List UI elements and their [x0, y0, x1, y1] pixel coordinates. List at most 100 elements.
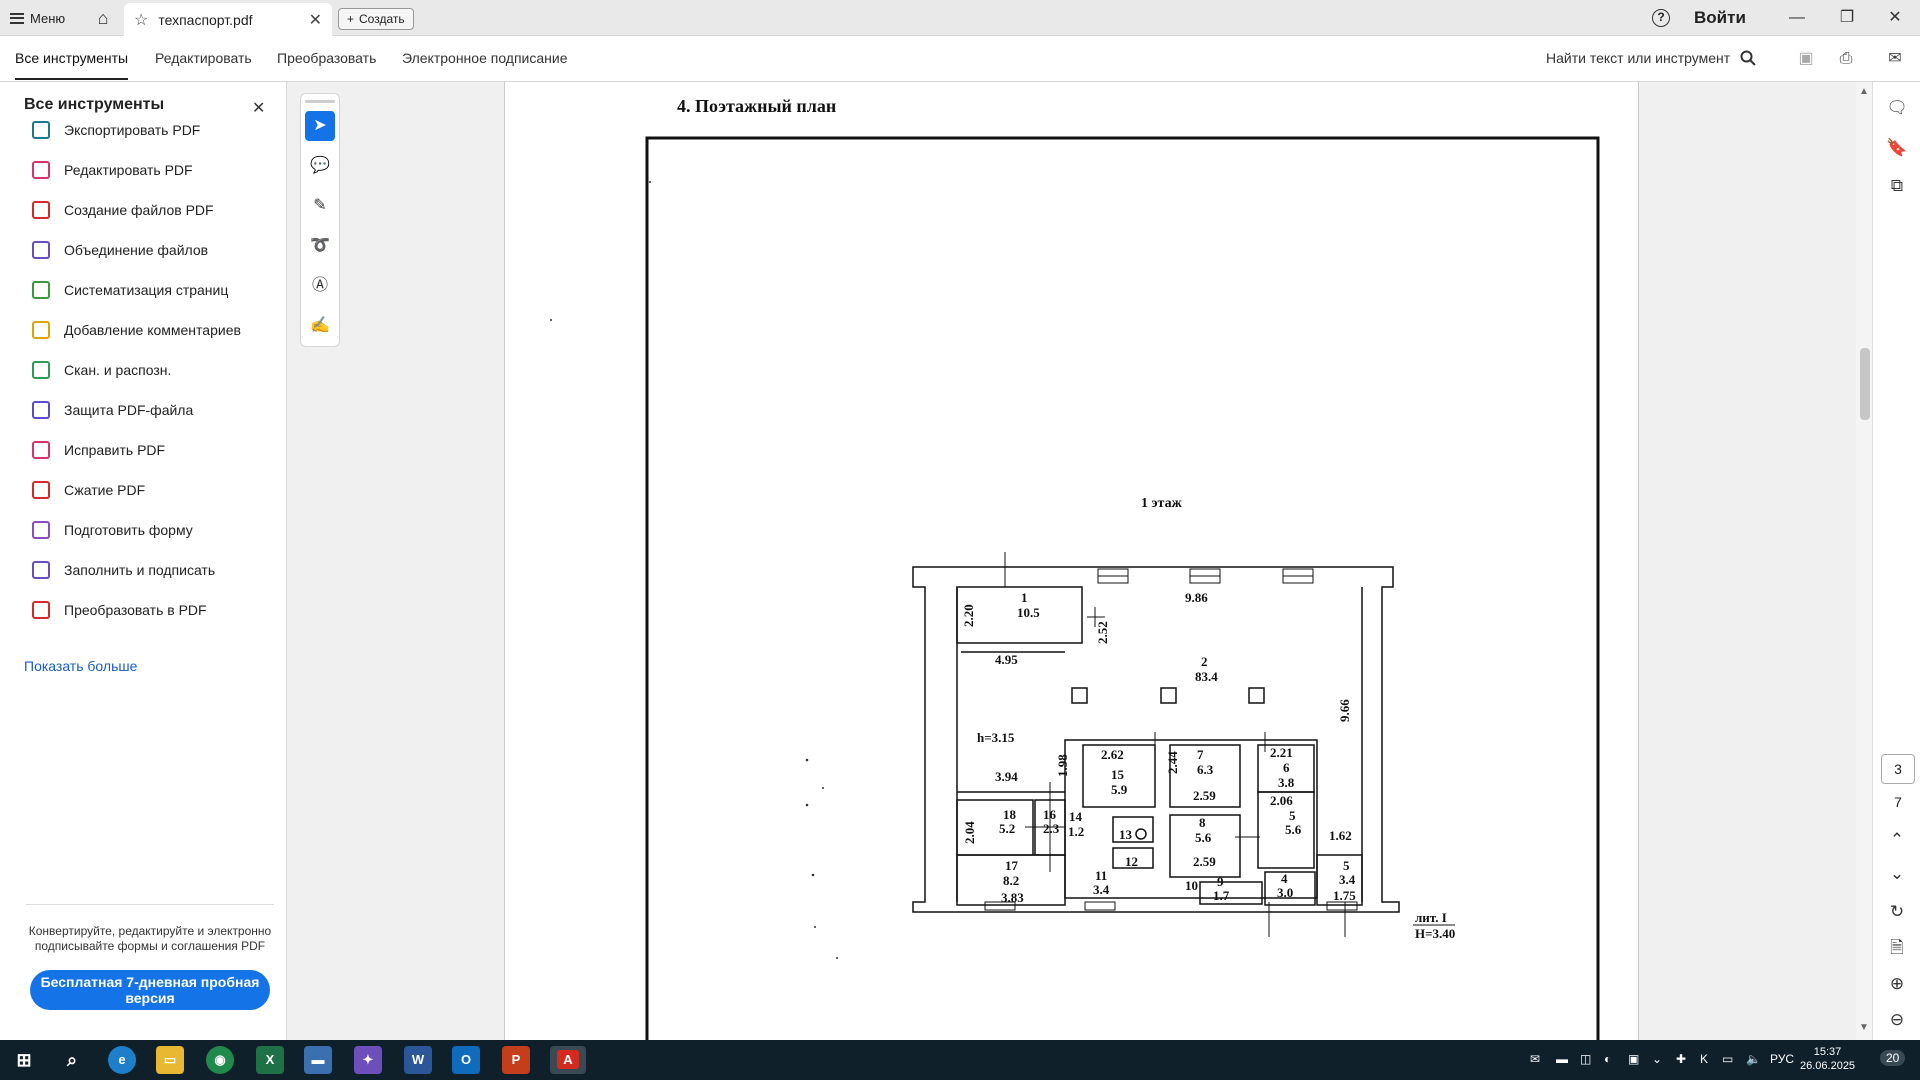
tray-app-icon[interactable]: ▬ — [1556, 1052, 1568, 1066]
previous-page-icon[interactable]: ⌃ — [1885, 828, 1909, 852]
volume-icon[interactable]: 🔈 — [1746, 1052, 1761, 1066]
file-explorer-icon[interactable]: ▭ — [156, 1046, 184, 1074]
add-comment-icon[interactable]: 💬 — [305, 151, 335, 181]
next-page-icon[interactable]: ⌄ — [1885, 862, 1909, 886]
tab-edit[interactable]: Редактировать — [155, 50, 252, 66]
draw-freehand-icon[interactable]: ➰ — [305, 231, 335, 261]
tray-shield-icon[interactable]: ✚ — [1676, 1052, 1686, 1066]
app-folder-icon[interactable]: ▬ — [304, 1046, 332, 1074]
minimize-icon[interactable]: — — [1782, 4, 1812, 32]
app-puzzle-icon[interactable]: ✦ — [354, 1046, 382, 1074]
free-trial-button[interactable]: Бесплатная 7-дневная пробная версия — [30, 970, 270, 1010]
plan-label: 1.62 — [1329, 828, 1352, 843]
edge-browser-icon[interactable]: e — [108, 1046, 136, 1074]
vertical-scrollbar[interactable]: ▲ ▼ — [1856, 82, 1872, 1040]
close-window-icon[interactable]: ✕ — [1880, 4, 1910, 32]
page-thumbnails-icon[interactable]: ⧉ — [1885, 174, 1909, 198]
document-tab[interactable]: ☆ техпаспорт.pdf ✕ — [124, 3, 332, 36]
plan-label: 2 — [1201, 654, 1208, 669]
search-taskbar-icon[interactable]: ⌕ — [58, 1046, 86, 1074]
app-green-icon[interactable]: ◉ — [206, 1046, 234, 1074]
tool-organize-pages[interactable]: Систематизация страниц — [32, 278, 228, 302]
tool-label: Редактировать PDF — [64, 162, 193, 178]
plan-label: 16 — [1043, 807, 1057, 822]
plan-label: 3.0 — [1277, 885, 1293, 900]
tool-create-pdf[interactable]: Создание файлов PDF — [32, 198, 214, 222]
close-tab-icon[interactable]: ✕ — [309, 10, 322, 30]
document-viewer[interactable]: 4. Поэтажный план 1 этаж 1 10.5 2.20 2.5… — [504, 82, 1856, 1040]
find-tool-search[interactable]: Найти текст или инструмент — [1546, 50, 1756, 66]
drag-handle[interactable] — [305, 100, 335, 103]
edit-pdf-icon — [32, 161, 50, 179]
tool-prepare-form[interactable]: Подготовить форму — [32, 518, 193, 542]
tray-mail-icon[interactable]: ✉ — [1530, 1052, 1540, 1066]
windows-start-icon[interactable]: ⊞ — [10, 1046, 38, 1074]
tool-protect-pdf[interactable]: Защита PDF-файла — [32, 398, 193, 422]
language-indicator[interactable]: РУС — [1770, 1052, 1794, 1066]
comments-panel-icon[interactable]: 🗨 — [1885, 96, 1909, 120]
show-more-link[interactable]: Показать больше — [24, 658, 137, 674]
word-icon[interactable]: W — [404, 1046, 432, 1074]
tool-export-pdf[interactable]: Экспортировать PDF — [32, 118, 200, 142]
tool-fill-sign[interactable]: Заполнить и подписать — [32, 558, 215, 582]
current-page-input[interactable]: 3 — [1881, 754, 1915, 784]
excel-icon[interactable]: X — [256, 1046, 284, 1074]
powerpoint-icon[interactable]: P — [502, 1046, 530, 1074]
restore-icon[interactable]: ❐ — [1832, 4, 1862, 32]
tray-outlook-icon[interactable]: ◫ — [1580, 1052, 1591, 1066]
tray-k-icon[interactable]: K — [1700, 1052, 1708, 1066]
tray-teams-icon[interactable]: ▣ — [1628, 1052, 1639, 1066]
save-icon[interactable]: ▣ — [1795, 48, 1817, 70]
tool-convert-to-pdf[interactable]: Преобразовать в PDF — [32, 598, 207, 622]
windows-taskbar: ⊞ ⌕ e ▭ ◉ X ▬ ✦ W O P A ✉ ▬ ◫ ◐ ▣ ⌄ ✚ K … — [0, 1040, 1920, 1080]
menu-label: Меню — [30, 10, 66, 26]
bookmarks-icon[interactable]: 🔖 — [1885, 136, 1909, 160]
tab-all-tools[interactable]: Все инструменты — [15, 50, 129, 80]
scroll-up-icon[interactable]: ▲ — [1858, 86, 1870, 97]
home-icon[interactable]: ⌂ — [92, 7, 114, 29]
tool-scan-ocr[interactable]: Скан. и распозн. — [32, 358, 171, 382]
plan-label: 2.20 — [961, 604, 976, 627]
tool-label: Экспортировать PDF — [64, 122, 201, 138]
tool-label: Исправить PDF — [64, 442, 166, 458]
scroll-down-icon[interactable]: ▼ — [1858, 1022, 1870, 1033]
outlook-icon[interactable]: O — [452, 1046, 480, 1074]
scroll-thumb[interactable] — [1860, 348, 1870, 420]
highlight-pen-icon[interactable]: ✎ — [305, 191, 335, 221]
create-button[interactable]: + Создать — [338, 8, 414, 30]
print-icon[interactable]: ⎙ — [1835, 48, 1857, 70]
tool-compress-pdf[interactable]: Сжатие PDF — [32, 478, 145, 502]
tool-edit-pdf[interactable]: Редактировать PDF — [32, 158, 193, 182]
zoom-out-icon[interactable]: ⊖ — [1885, 1008, 1909, 1032]
zoom-in-icon[interactable]: ⊕ — [1885, 972, 1909, 996]
divider — [26, 904, 274, 905]
tool-add-comments[interactable]: Добавление комментариев — [32, 318, 241, 342]
menu-button[interactable]: Меню — [10, 8, 65, 28]
page-tools-icon[interactable]: 🗎 — [1885, 936, 1909, 960]
network-icon[interactable]: ▭ — [1722, 1052, 1733, 1066]
clock-time: 15:37 — [1813, 1046, 1842, 1058]
plan-label: 3.8 — [1278, 775, 1295, 790]
signin-button[interactable]: Войти — [1694, 8, 1746, 28]
help-icon[interactable]: ? — [1652, 9, 1670, 27]
star-icon[interactable]: ☆ — [134, 10, 148, 30]
email-icon[interactable]: ✉ — [1884, 48, 1906, 70]
tray-chevron-icon[interactable]: ⌄ — [1652, 1052, 1662, 1066]
tool-fix-pdf[interactable]: Исправить PDF — [32, 438, 165, 462]
tool-combine-files[interactable]: Объединение файлов — [32, 238, 208, 262]
plan-label: 4.95 — [995, 652, 1018, 667]
tab-convert[interactable]: Преобразовать — [277, 50, 376, 66]
select-cursor-icon[interactable]: ➤ — [305, 111, 335, 141]
close-panel-icon[interactable]: ✕ — [252, 98, 265, 118]
tab-esign[interactable]: Электронное подписание — [402, 50, 568, 66]
plan-label: 9.86 — [1185, 590, 1208, 605]
rotate-icon[interactable]: ↻ — [1885, 900, 1909, 924]
clock[interactable]: 15:37 26.06.2025 — [1800, 1045, 1855, 1073]
plan-label: 9.66 — [1337, 699, 1352, 722]
sign-icon[interactable]: ✍ — [305, 311, 335, 341]
section-heading: 4. Поэтажный план — [677, 96, 836, 116]
acrobat-icon[interactable]: A — [550, 1046, 586, 1074]
notifications-badge[interactable]: 20 — [1880, 1050, 1906, 1066]
text-select-icon[interactable]: Ⓐ — [305, 271, 335, 301]
tray-sync-icon[interactable]: ◐ — [1604, 1052, 1611, 1066]
